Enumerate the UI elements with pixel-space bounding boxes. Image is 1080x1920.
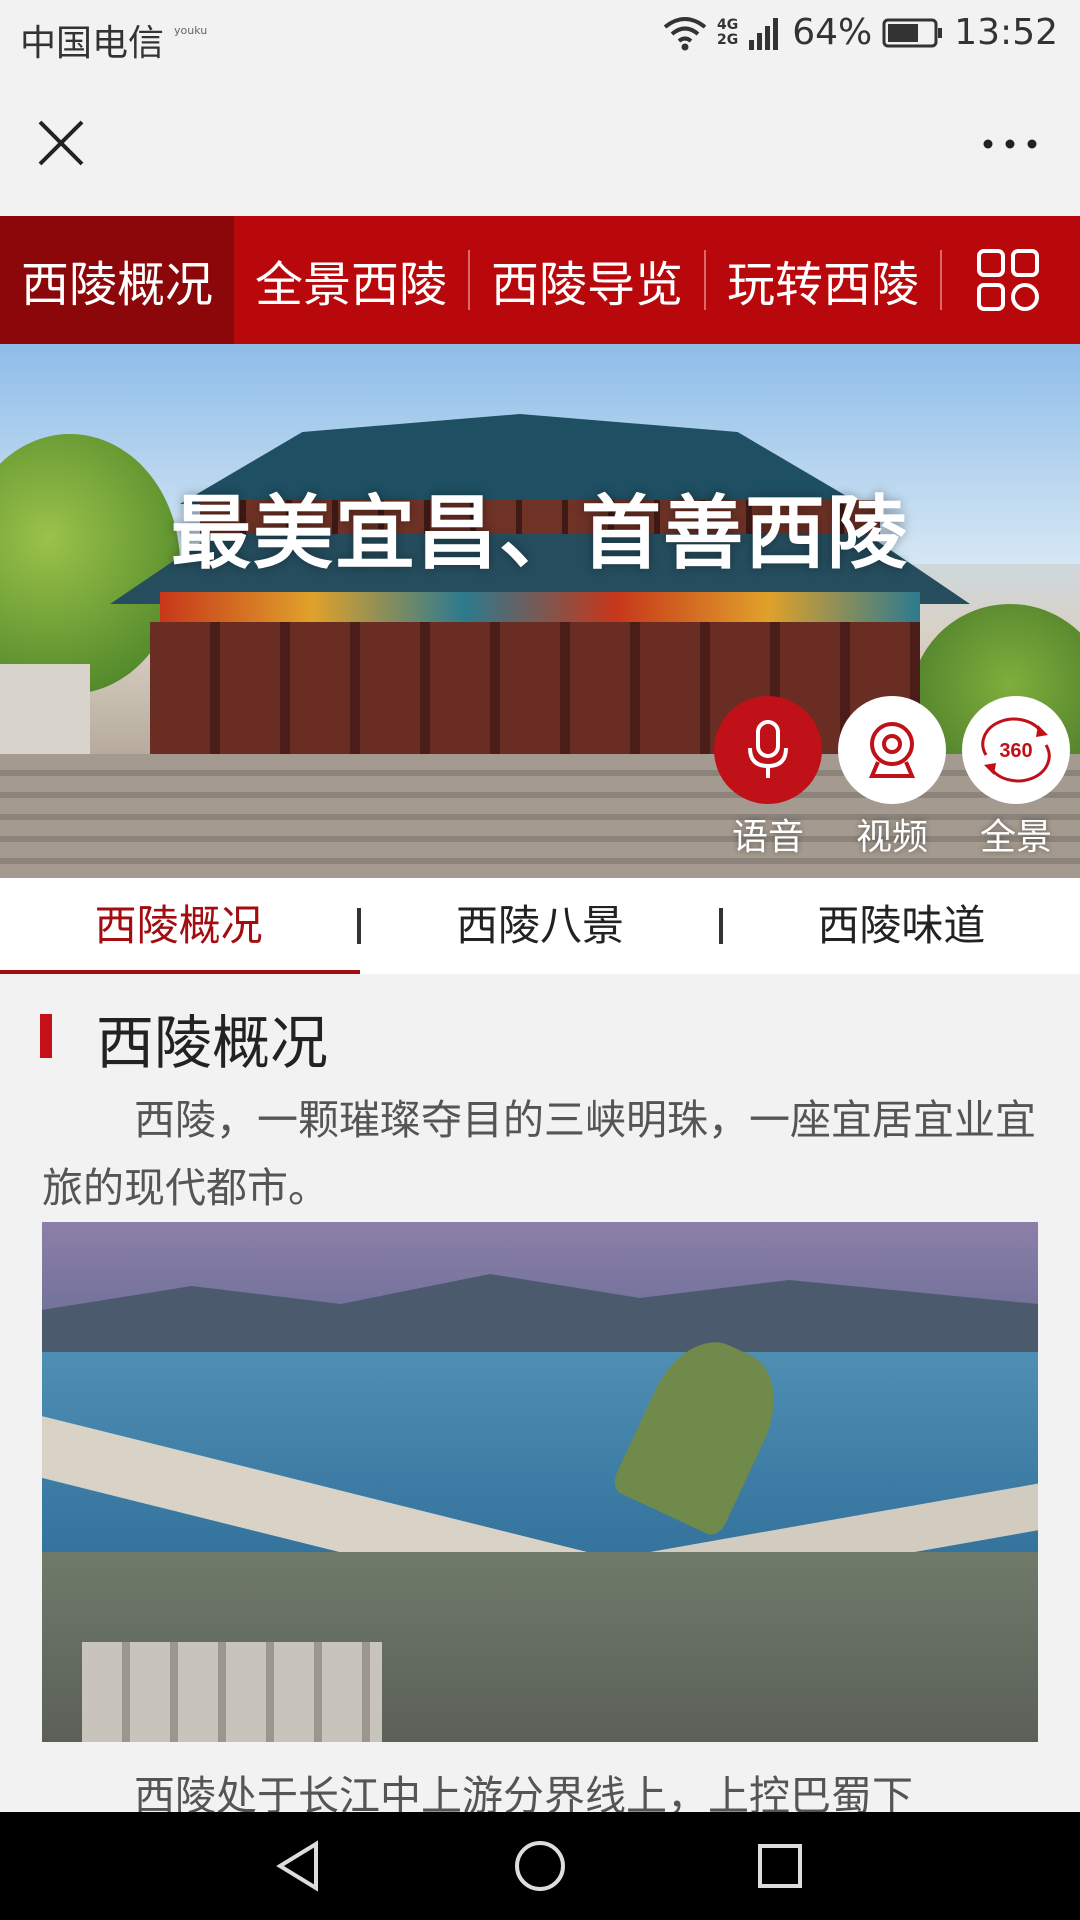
- tab-eight-scenes[interactable]: 西陵八景: [361, 878, 718, 974]
- browser-title-bar: [0, 76, 1080, 216]
- content-area: 西陵概况 西陵，一颗璀璨夺目的三峡明珠，一座宜居宜业宜旅的现代都市。 西陵处于长…: [0, 974, 1080, 1812]
- back-icon[interactable]: [272, 1838, 328, 1894]
- nav-item-guide[interactable]: 西陵导览: [470, 216, 704, 344]
- nav-item-play[interactable]: 玩转西陵: [706, 216, 940, 344]
- section-accent-bar: [40, 1014, 52, 1058]
- grid-menu-icon[interactable]: [976, 248, 1040, 312]
- status-bar: 中国电信 youku 4G 2G 64% 13:52: [0, 0, 1080, 76]
- intro-paragraph: 西陵，一颗璀璨夺目的三峡明珠，一座宜居宜业宜旅的现代都市。: [42, 1096, 1036, 1212]
- carrier-name: 中国电信: [20, 23, 165, 64]
- nav-item-overview[interactable]: 西陵概况: [0, 216, 234, 344]
- second-paragraph: 西陵处于长江中上游分界线上，上控巴蜀下: [134, 1772, 913, 1812]
- clock: 13:52: [954, 12, 1058, 53]
- battery-icon: [882, 18, 943, 47]
- hero-banner: 最美宜昌、首善西陵 语音 视频 360 全景: [0, 344, 1080, 878]
- video-button[interactable]: [838, 696, 946, 804]
- top-nav: 西陵概况 全景西陵 西陵导览 玩转西陵: [0, 216, 1080, 344]
- carrier-tag: youku: [174, 24, 208, 37]
- close-icon[interactable]: [34, 116, 88, 170]
- tab-overview[interactable]: 西陵概况: [0, 878, 361, 974]
- recents-icon[interactable]: [752, 1838, 808, 1894]
- three-gorges-dam-photo: [42, 1222, 1038, 1742]
- panorama-label: 全景: [979, 817, 1052, 858]
- home-icon[interactable]: [512, 1838, 568, 1894]
- battery-percent: 64%: [792, 12, 873, 53]
- sub-tabs: 西陵概况 西陵八景 西陵味道: [0, 878, 1080, 974]
- pavilion-trim: [160, 592, 920, 622]
- video-label: 视频: [855, 817, 928, 858]
- wifi-icon: [663, 16, 707, 50]
- camera-icon: [868, 722, 916, 778]
- microphone-icon: [748, 720, 788, 778]
- panorama-360-text: 360: [999, 740, 1032, 762]
- nav-item-panorama[interactable]: 全景西陵: [234, 216, 468, 344]
- voice-button[interactable]: [714, 696, 822, 804]
- more-icon[interactable]: [980, 124, 1040, 164]
- signal-icon: [749, 17, 779, 50]
- network-type: 4G 2G: [717, 16, 739, 48]
- section-title: 西陵概况: [96, 1009, 329, 1077]
- system-nav-bar: [0, 1812, 1080, 1920]
- voice-label: 语音: [731, 817, 804, 858]
- panorama-button[interactable]: 360: [962, 696, 1070, 804]
- tab-flavors[interactable]: 西陵味道: [723, 878, 1080, 974]
- panorama-360-icon: 360: [981, 717, 1051, 783]
- nav-divider: [940, 250, 942, 310]
- banner-slogan: 最美宜昌、首善西陵: [171, 487, 909, 580]
